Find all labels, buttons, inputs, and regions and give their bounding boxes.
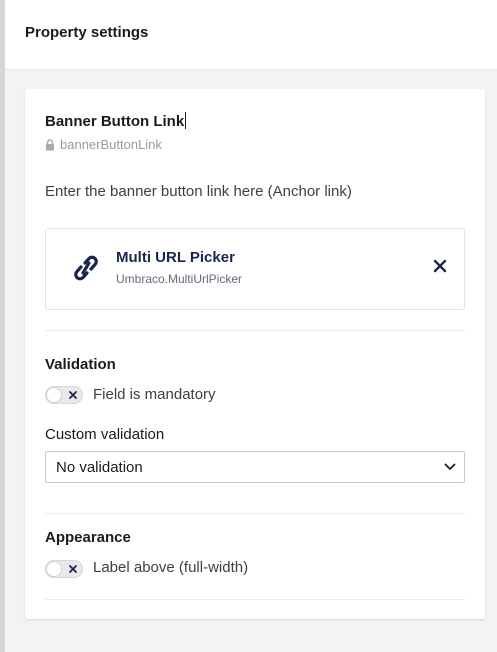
property-editor-card[interactable]: Multi URL Picker Umbraco.MultiUrlPicker [45,228,465,310]
x-icon [69,565,77,573]
appearance-heading: Appearance [45,529,131,546]
divider [45,330,465,331]
property-name-input[interactable]: Banner Button Link [45,112,187,130]
mandatory-label[interactable]: Field is mandatory [93,386,216,403]
validation-heading: Validation [45,356,116,373]
toggle-knob [47,562,61,576]
x-icon [69,391,77,399]
remove-editor-button[interactable] [432,258,448,274]
chevron-down-icon [444,463,456,470]
editor-name: Multi URL Picker [116,249,235,266]
custom-validation-select[interactable]: No validation [45,451,465,483]
close-icon [433,259,447,273]
custom-validation-label: Custom validation [45,426,165,443]
label-above-toggle[interactable] [45,560,83,578]
link-icon [73,253,99,288]
property-alias-value: bannerButtonLink [60,137,162,152]
dialog-title: Property settings [25,24,149,41]
dialog-header: Property settings [5,0,497,70]
label-above-label[interactable]: Label above (full-width) [93,559,248,576]
property-name-value: Banner Button Link [45,113,185,130]
mandatory-toggle[interactable] [45,386,83,404]
divider [45,513,465,514]
property-settings-card: Banner Button Link bannerButtonLink Ente… [25,89,485,619]
background-overlay-edge [0,0,5,652]
lock-icon[interactable] [45,138,55,151]
divider [45,599,465,600]
toggle-knob [47,388,61,402]
property-alias[interactable]: bannerButtonLink [45,137,162,152]
property-description[interactable]: Enter the banner button link here (Ancho… [45,183,352,200]
custom-validation-value: No validation [56,459,143,476]
text-caret [185,112,187,129]
editor-alias: Umbraco.MultiUrlPicker [116,272,243,286]
